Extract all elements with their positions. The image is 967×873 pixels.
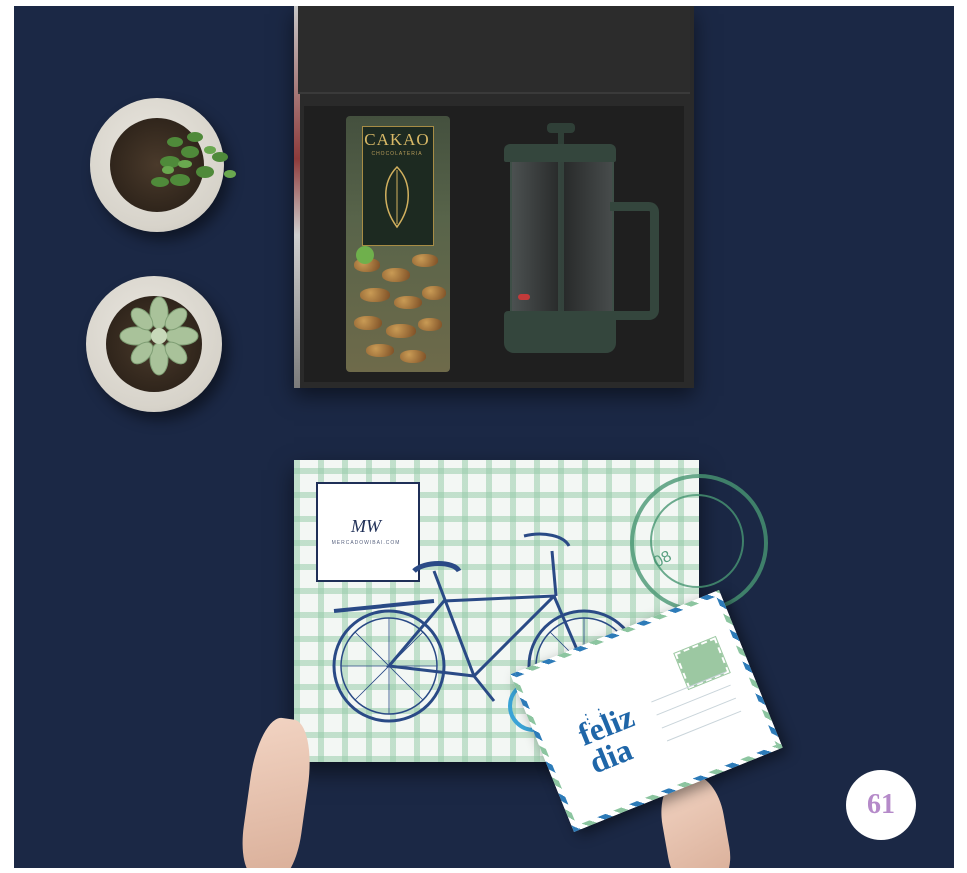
succulent-rosette xyxy=(119,296,199,376)
cacao-nut xyxy=(382,268,410,282)
cacao-nut xyxy=(360,288,390,302)
cacao-brand-subtitle: CHOCOLATERIA xyxy=(371,151,423,157)
french-press-base xyxy=(504,311,616,353)
page-number-badge: 61 xyxy=(846,770,916,840)
cacao-leaf-icon xyxy=(385,165,409,229)
gift-box-lid-inner xyxy=(298,6,690,94)
cacao-nut xyxy=(422,286,446,300)
cacao-nut xyxy=(394,296,422,309)
cacao-nut xyxy=(412,254,438,267)
succulent-plant-top xyxy=(151,132,236,187)
cacao-seal xyxy=(356,246,374,264)
french-press-knob xyxy=(547,123,575,133)
french-press-lid xyxy=(504,144,616,162)
cacao-brand-title: CAKAO xyxy=(364,130,430,149)
cacao-nut xyxy=(400,350,426,363)
french-press-handle xyxy=(610,202,659,320)
cacao-nut xyxy=(354,316,382,330)
cacao-nut xyxy=(366,344,394,357)
cacao-nut xyxy=(418,318,442,331)
product-photo: CAKAO CHOCOLATERIA 08 MW MERCADOWIBAI.CO… xyxy=(14,6,954,868)
french-press-tag xyxy=(518,294,530,300)
cacao-nut xyxy=(386,324,416,338)
postmark-ring-inner xyxy=(650,494,744,588)
left-hand xyxy=(237,714,317,868)
